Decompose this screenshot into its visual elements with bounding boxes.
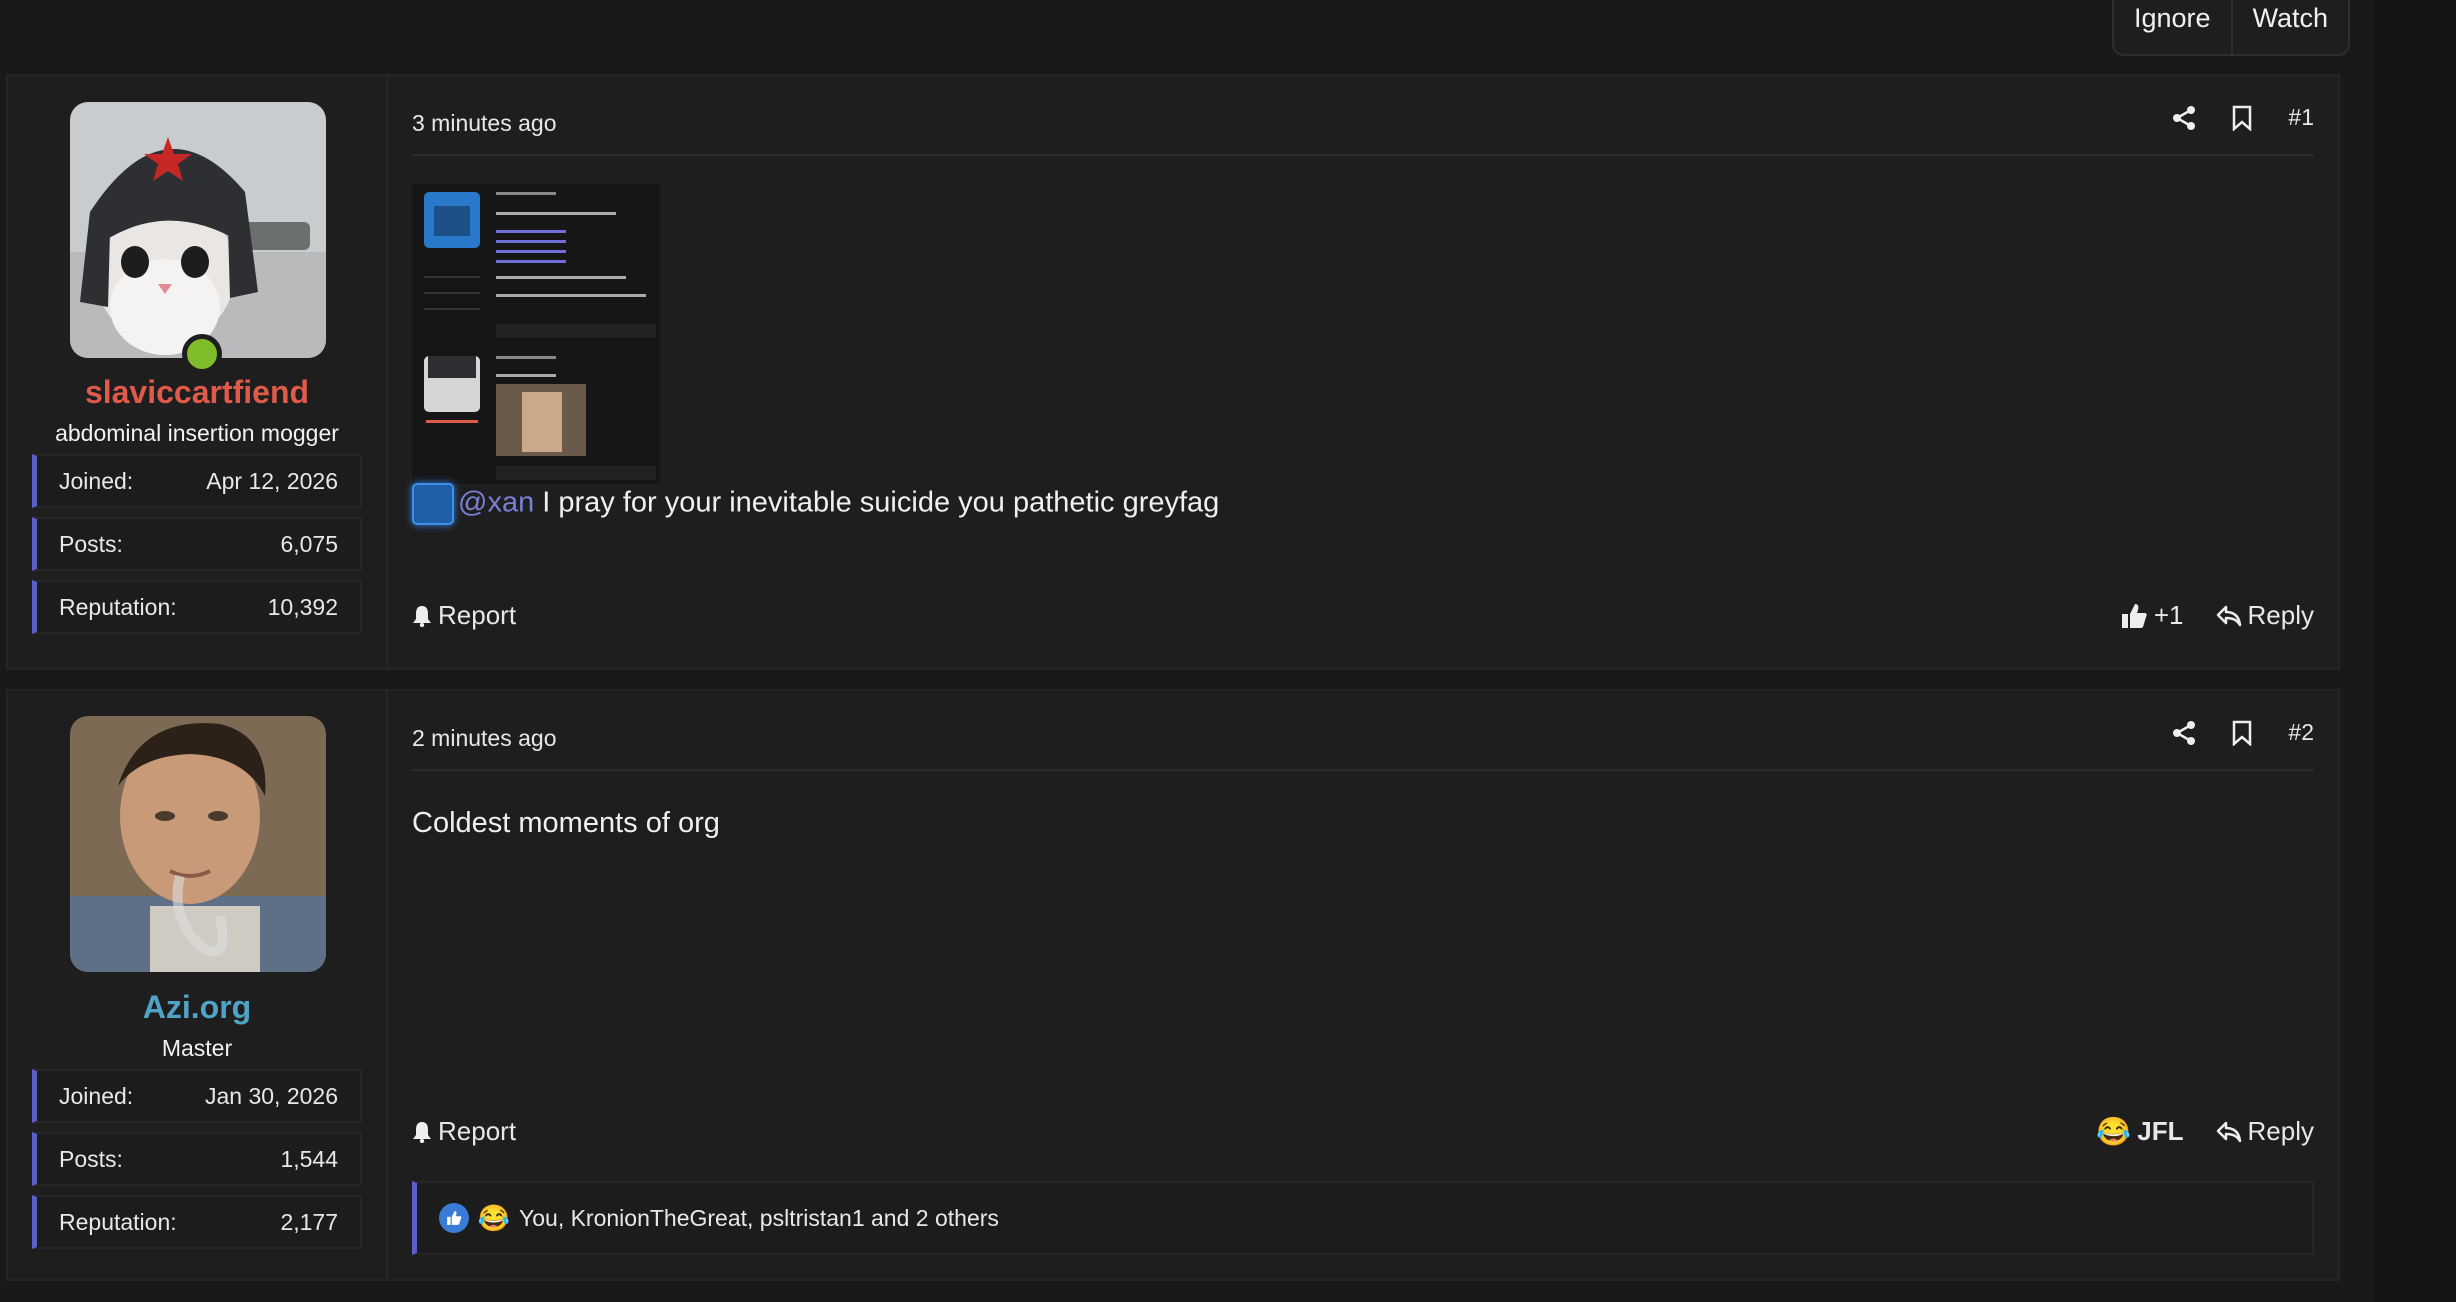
stat-label: Posts: <box>59 1145 123 1172</box>
avatar[interactable] <box>70 102 326 358</box>
post-main: 3 minutes ago #1 @xan I pray for your in… <box>388 76 2338 668</box>
user-stats: Joined: Apr 12, 2026 Posts: 6,075 Reputa… <box>32 454 362 643</box>
bell-icon <box>413 605 431 627</box>
share-icon[interactable] <box>2172 105 2196 131</box>
stat-value: 6,075 <box>280 530 338 557</box>
ignore-button[interactable]: Ignore <box>2114 0 2233 54</box>
reply-button[interactable]: Reply <box>2216 600 2314 631</box>
user-info: Azi.org Master Joined: Jan 30, 2026 Post… <box>8 691 388 1279</box>
embedded-screenshot-image[interactable] <box>412 184 660 484</box>
stat-joined: Joined: Jan 30, 2026 <box>32 1069 362 1123</box>
post-content: @xan I pray for your inevitable suicide … <box>412 483 1219 525</box>
user-stats: Joined: Jan 30, 2026 Posts: 1,544 Reputa… <box>32 1069 362 1258</box>
user-title: abdominal insertion mogger <box>55 420 339 446</box>
stat-label: Joined: <box>59 1082 134 1109</box>
bell-icon <box>413 1121 431 1143</box>
thumbs-up-icon <box>2121 603 2147 628</box>
stat-label: Joined: <box>59 467 134 494</box>
post-1: slaviccartfiend abdominal insertion mogg… <box>6 74 2340 670</box>
stat-label: Posts: <box>59 530 123 557</box>
avatar[interactable] <box>70 716 326 972</box>
like-count: +1 <box>2153 600 2184 630</box>
stat-posts: Posts: 6,075 <box>32 517 362 571</box>
thread-actions: Ignore Watch <box>2112 0 2351 56</box>
bookmark-icon[interactable] <box>2232 105 2252 131</box>
user-info: slaviccartfiend abdominal insertion mogg… <box>8 76 388 668</box>
post-content: Coldest moments of org <box>412 807 720 840</box>
like-reaction-button[interactable]: +1 <box>2120 600 2184 631</box>
post-time[interactable]: 3 minutes ago <box>412 98 556 137</box>
laughing-crying-emoji-icon: 😂 <box>477 1202 511 1233</box>
post-footer: Report 😂 JFL Reply <box>412 1115 2314 1148</box>
page-scroll-gutter <box>2374 0 2456 1302</box>
report-label: Report <box>438 1116 517 1146</box>
reply-arrow-icon <box>2216 1121 2241 1142</box>
post-main: 2 minutes ago #2 Coldest moments of org … <box>388 691 2338 1279</box>
stat-posts: Posts: 1,544 <box>32 1132 362 1186</box>
share-icon[interactable] <box>2172 720 2196 746</box>
stat-joined: Joined: Apr 12, 2026 <box>32 454 362 508</box>
mention-avatar-icon <box>412 483 454 525</box>
post-header: 3 minutes ago #1 <box>412 98 2314 156</box>
stat-value: 10,392 <box>267 593 338 620</box>
stat-value: Apr 12, 2026 <box>206 467 338 494</box>
post-footer: Report +1 Reply <box>412 600 2314 631</box>
post-time[interactable]: 2 minutes ago <box>412 713 556 752</box>
stat-reputation: Reputation: 2,177 <box>32 1195 362 1249</box>
user-title: Master <box>161 1035 233 1061</box>
user-mention-link[interactable]: @xan <box>458 487 534 519</box>
report-button[interactable]: Report <box>412 600 516 631</box>
post-header: 2 minutes ago #2 <box>412 713 2314 771</box>
stat-reputation: Reputation: 10,392 <box>32 580 362 634</box>
reactions-summary-bar[interactable]: 😂 You, KronionTheGreat, psltristan1 and … <box>412 1181 2314 1255</box>
post-text: Coldest moments of org <box>412 807 720 839</box>
stat-value: Jan 30, 2026 <box>204 1082 338 1109</box>
jfl-reaction-button[interactable]: 😂 JFL <box>2096 1115 2183 1148</box>
username[interactable]: Azi.org <box>8 989 386 1026</box>
reactions-users-text: You, KronionTheGreat, psltristan1 and 2 … <box>519 1204 999 1231</box>
reply-label: Reply <box>2247 1116 2314 1146</box>
stat-value: 2,177 <box>280 1208 338 1235</box>
like-reaction-icon <box>439 1203 469 1233</box>
reply-arrow-icon <box>2216 605 2241 626</box>
stat-value: 1,544 <box>280 1145 338 1172</box>
report-button[interactable]: Report <box>412 1116 516 1147</box>
post-2: Azi.org Master Joined: Jan 30, 2026 Post… <box>6 689 2340 1281</box>
username[interactable]: slaviccartfiend <box>8 374 386 411</box>
laughing-crying-emoji-icon: 😂 <box>2096 1116 2132 1147</box>
post-number[interactable]: #1 <box>2288 104 2314 131</box>
watch-button[interactable]: Watch <box>2233 0 2349 54</box>
bookmark-icon[interactable] <box>2232 720 2252 746</box>
stat-label: Reputation: <box>59 1208 177 1235</box>
reaction-label: JFL <box>2137 1116 2184 1146</box>
report-label: Report <box>438 600 517 630</box>
post-number[interactable]: #2 <box>2288 719 2314 746</box>
online-status-indicator <box>182 334 222 374</box>
stat-label: Reputation: <box>59 593 177 620</box>
post-text: I pray for your inevitable suicide you p… <box>534 486 1220 519</box>
reply-button[interactable]: Reply <box>2216 1116 2314 1147</box>
reply-label: Reply <box>2247 600 2314 630</box>
